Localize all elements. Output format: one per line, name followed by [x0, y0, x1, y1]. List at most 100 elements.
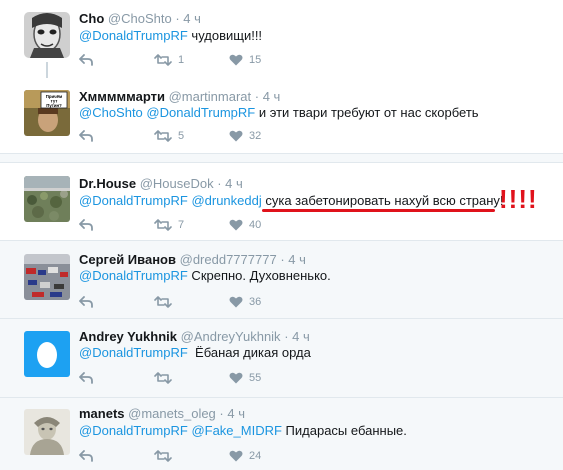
display-name[interactable]: Cho [79, 11, 104, 26]
timestamp[interactable]: · 4 ч [284, 329, 310, 344]
retweet-button[interactable]: 7 [154, 219, 184, 231]
like-count: 36 [249, 296, 262, 308]
like-count: 40 [249, 219, 262, 231]
tweet-text: @DonaldTrumpRF Ёбаная дикая орда [79, 344, 311, 362]
avatar[interactable] [24, 331, 70, 377]
like-count: 24 [249, 450, 262, 462]
timestamp[interactable]: · 4 ч [280, 252, 306, 267]
mention-link[interactable]: @DonaldTrumpRF [79, 193, 188, 208]
tweet-actions: 7 40 [79, 219, 379, 235]
like-icon [229, 450, 243, 462]
like-count: 32 [249, 130, 262, 142]
mention-link[interactable]: @DonaldTrumpRF [79, 423, 188, 438]
conversation-separator [0, 153, 563, 163]
tweet-cho[interactable]: Cho @ChoShto · 4 ч @DonaldTrumpRF чудови… [0, 0, 563, 78]
retweet-button[interactable] [154, 450, 178, 462]
reply-icon [79, 450, 93, 462]
retweet-count: 1 [178, 54, 185, 66]
tweet-body: Пидарасы ебанные. [281, 423, 407, 438]
avatar[interactable] [24, 12, 70, 58]
tweet-martinmarat[interactable]: Причём тут Путин? Хмммммарти @martinmara… [0, 78, 563, 153]
tweet-body: Скрепно. Духовненько. [187, 268, 331, 283]
like-icon [229, 54, 243, 66]
retweet-button[interactable]: 5 [154, 130, 184, 142]
like-button[interactable]: 15 [229, 54, 261, 66]
exclamation-annotation: !!!! [499, 184, 538, 214]
avatar[interactable] [24, 254, 70, 300]
like-icon [229, 219, 243, 231]
retweet-icon [154, 54, 172, 66]
display-name[interactable]: Dr.House [79, 176, 136, 191]
reply-button[interactable] [79, 130, 93, 142]
tweet-actions: 5 32 [79, 130, 379, 146]
like-button[interactable]: 36 [229, 296, 261, 308]
like-icon [229, 372, 243, 384]
retweet-icon [154, 130, 172, 142]
timestamp[interactable]: · 4 ч [217, 176, 243, 191]
username[interactable]: @dredd7777777 [180, 252, 277, 267]
tweet-sergey[interactable]: Сергей Иванов @dredd7777777 · 4 ч @Donal… [0, 241, 563, 318]
avatar[interactable] [24, 409, 70, 455]
timestamp[interactable]: · 4 ч [255, 89, 281, 104]
display-name[interactable]: manets [79, 406, 125, 421]
like-icon [229, 296, 243, 308]
mention-link[interactable]: @DonaldTrumpRF [79, 268, 188, 283]
tweet-body: Ёбаная дикая орда [187, 345, 311, 360]
mention-link[interactable]: @DonaldTrumpRF [146, 105, 255, 120]
retweet-button[interactable] [154, 296, 178, 308]
display-name[interactable]: Сергей Иванов [79, 252, 176, 267]
retweet-icon [154, 372, 172, 384]
tweet-text: @DonaldTrumpRF @drunkeddj сука забетонир… [79, 192, 504, 210]
display-name[interactable]: Andrey Yukhnik [79, 329, 177, 344]
reply-button[interactable] [79, 219, 93, 231]
tweet-drhouse[interactable]: Dr.House @HouseDok · 4 ч @DonaldTrumpRF … [0, 163, 563, 240]
tweet-body: и эти твари требуют от нас скорбеть [255, 105, 479, 120]
username[interactable]: @ChoShto [108, 11, 172, 26]
retweet-count: 7 [178, 219, 185, 231]
avatar[interactable]: Причём тут Путин? [24, 90, 70, 136]
reply-button[interactable] [79, 54, 93, 66]
reply-button[interactable] [79, 450, 93, 462]
red-underline-annotation [262, 209, 495, 212]
tweet-manets[interactable]: manets @manets_oleg · 4 ч @DonaldTrumpRF… [0, 398, 563, 470]
retweet-icon [154, 219, 172, 231]
retweet-count: 5 [178, 130, 185, 142]
like-button[interactable]: 32 [229, 130, 261, 142]
mention-link[interactable]: @Fake_MIDRF [191, 423, 282, 438]
retweet-button[interactable]: 1 [154, 54, 184, 66]
reply-icon [79, 372, 93, 384]
username[interactable]: @HouseDok [140, 176, 214, 191]
reply-icon [79, 219, 93, 231]
like-button[interactable]: 24 [229, 450, 261, 462]
reply-icon [79, 54, 93, 66]
like-button[interactable]: 55 [229, 372, 261, 384]
tweet-actions: 55 [79, 372, 379, 388]
username[interactable]: @martinmarat [169, 89, 252, 104]
avatar[interactable] [24, 176, 70, 222]
svg-text:Путин?: Путин? [46, 103, 62, 108]
mention-link[interactable]: @DonaldTrumpRF [79, 345, 188, 360]
tweet-actions: 36 [79, 296, 379, 312]
display-name[interactable]: Хмммммарти [79, 89, 165, 104]
tweet-andrey[interactable]: Andrey Yukhnik @AndreyYukhnik · 4 ч @Don… [0, 319, 563, 397]
mention-link[interactable]: @DonaldTrumpRF [79, 28, 188, 43]
like-button[interactable]: 40 [229, 219, 261, 231]
tweet-body: сука забетонировать нахуй всю страну! [261, 193, 504, 208]
reply-icon [79, 296, 93, 308]
username[interactable]: @AndreyYukhnik [181, 329, 281, 344]
retweet-button[interactable] [154, 372, 178, 384]
mention-link[interactable]: @ChoShto [79, 105, 143, 120]
timestamp[interactable]: · 4 ч [175, 11, 201, 26]
like-count: 55 [249, 372, 262, 384]
mention-link[interactable]: @drunkeddj [191, 193, 261, 208]
like-icon [229, 130, 243, 142]
tweet-body: чудовищи!!! [187, 28, 263, 43]
timestamp[interactable]: · 4 ч [219, 406, 245, 421]
tweet-text: @DonaldTrumpRF Скрепно. Духовненько. [79, 267, 331, 285]
reply-button[interactable] [79, 296, 93, 308]
reply-button[interactable] [79, 372, 93, 384]
tweet-text: @DonaldTrumpRF @Fake_MIDRF Пидарасы ебан… [79, 422, 407, 440]
tweet-actions: 1 15 [79, 54, 379, 70]
tweet-actions: 24 [79, 450, 379, 466]
username[interactable]: @manets_oleg [128, 406, 216, 421]
